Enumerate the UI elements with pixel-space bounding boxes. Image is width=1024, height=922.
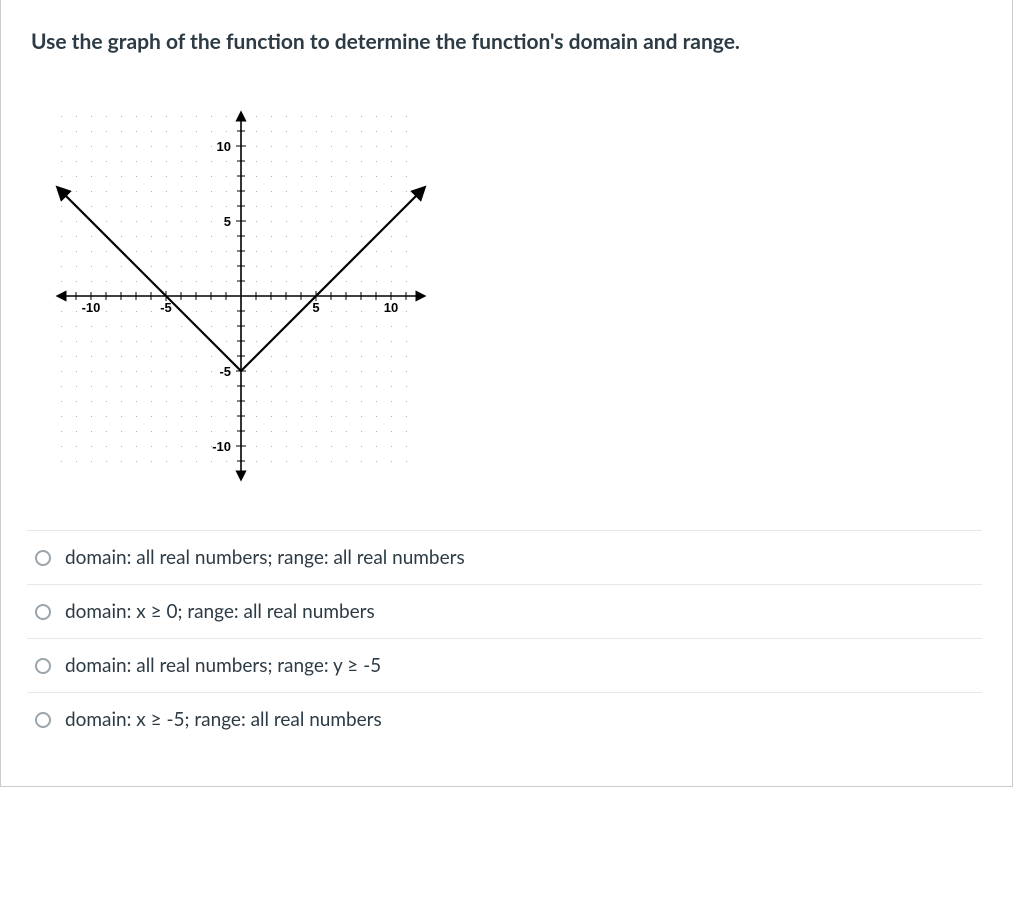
radio-icon (35, 550, 51, 566)
xtick-10: 10 (384, 300, 398, 315)
question-prompt: Use the graph of the function to determi… (31, 28, 982, 56)
radio-icon (35, 604, 51, 620)
ytick-neg10: -10 (212, 439, 231, 454)
ytick-5: 5 (224, 214, 231, 229)
radio-icon (35, 658, 51, 674)
ytick-10: 10 (217, 139, 231, 154)
option-1[interactable]: domain: all real numbers; range: all rea… (27, 530, 982, 584)
answer-options: domain: all real numbers; range: all rea… (27, 530, 982, 746)
option-1-label: domain: all real numbers; range: all rea… (65, 546, 465, 569)
option-2[interactable]: domain: x ≥ 0; range: all real numbers (27, 584, 982, 638)
option-4-label: domain: x ≥ -5; range: all real numbers (65, 708, 382, 731)
xtick-neg5: -5 (160, 300, 172, 315)
question-card: Use the graph of the function to determi… (0, 0, 1013, 787)
graph-container: -10 -5 5 10 -10 -5 5 10 (41, 96, 982, 500)
option-2-label: domain: x ≥ 0; range: all real numbers (65, 600, 375, 623)
option-4[interactable]: domain: x ≥ -5; range: all real numbers (27, 692, 982, 746)
option-3[interactable]: domain: all real numbers; range: y ≥ -5 (27, 638, 982, 692)
xtick-neg10: -10 (82, 300, 101, 315)
ytick-neg5: -5 (219, 364, 231, 379)
xtick-5: 5 (312, 300, 319, 315)
radio-icon (35, 712, 51, 728)
option-3-label: domain: all real numbers; range: y ≥ -5 (65, 654, 381, 677)
function-graph: -10 -5 5 10 -10 -5 5 10 (41, 96, 441, 496)
